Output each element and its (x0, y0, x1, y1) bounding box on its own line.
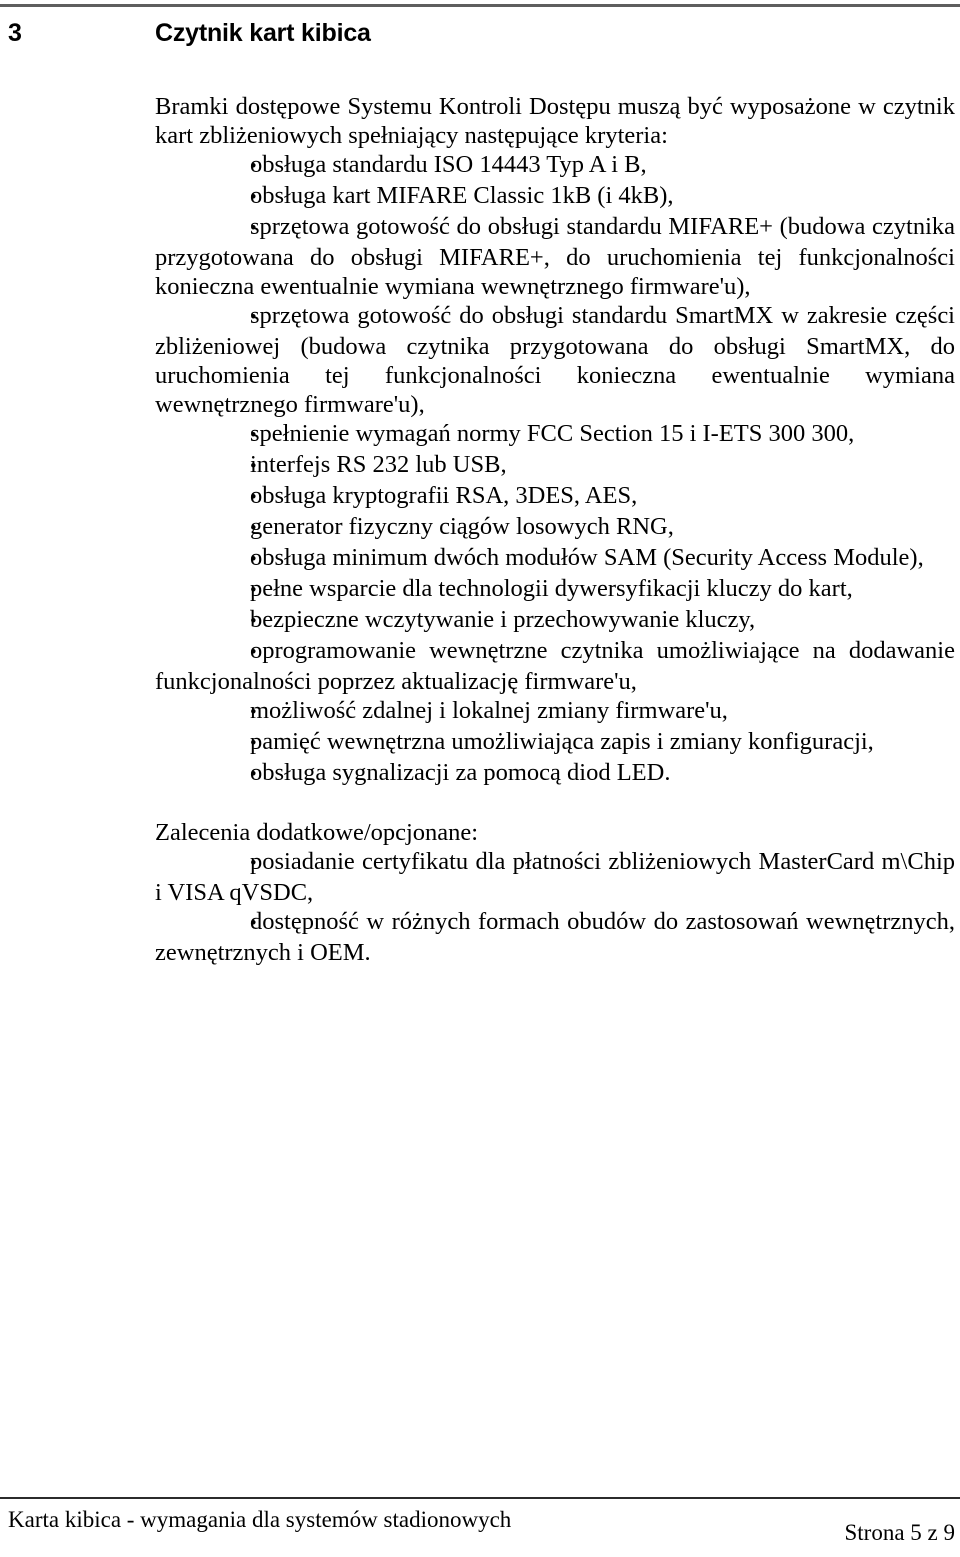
optional-item: •posiadanie certyfikatu dla płatności zb… (155, 847, 955, 907)
header-divider-rule (0, 4, 960, 7)
bullet-marker-icon: • (250, 733, 257, 754)
section-number: 3 (8, 19, 22, 47)
footer-page-number: Strona 5 z 9 (844, 1520, 955, 1545)
bullet-marker-icon: • (250, 487, 257, 508)
bullet-marker-icon: • (250, 456, 257, 477)
bullet-marker-icon: • (250, 187, 257, 208)
requirement-item-text: możliwość zdalnej i lokalnej zmiany firm… (250, 697, 728, 724)
intro-paragraph: Bramki dostępowe Systemu Kontroli Dostęp… (155, 93, 955, 149)
requirement-item: •obsługa minimum dwóch modułów SAM (Secu… (155, 543, 955, 574)
requirement-item-text: oprogramowanie wewnętrzne czytnika umożl… (155, 637, 955, 695)
requirements-list: •obsługa standardu ISO 14443 Typ A i B, •… (155, 150, 955, 789)
bullet-marker-icon: • (250, 549, 257, 570)
requirement-item: •generator fizyczny ciągów losowych RNG, (155, 512, 955, 543)
bullet-marker-icon: • (250, 307, 257, 328)
document-page: 3 Czytnik kart kibica Bramki dostępowe S… (0, 0, 960, 1557)
bullet-marker-icon: • (250, 425, 257, 446)
requirement-item: •pamięć wewnętrzna umożliwiająca zapis i… (155, 727, 955, 758)
bullet-marker-icon: • (250, 853, 257, 874)
requirement-item-text: pełne wsparcie dla technologii dywersyfi… (250, 575, 853, 602)
requirement-item: •obsługa standardu ISO 14443 Typ A i B, (155, 150, 955, 181)
requirement-item: •sprzętowa gotowość do obsługi standardu… (155, 212, 955, 301)
optional-list: •posiadanie certyfikatu dla płatności zb… (155, 847, 955, 967)
requirement-item: •pełne wsparcie dla technologii dywersyf… (155, 574, 955, 605)
optional-item: •dostępność w różnych formach obudów do … (155, 907, 955, 967)
section-heading: 3 Czytnik kart kibica (0, 16, 960, 50)
requirement-item-text: obsługa kart MIFARE Classic 1kB (i 4kB), (250, 182, 674, 209)
requirement-item-text: obsługa sygnalizacji za pomocą diod LED. (250, 759, 671, 786)
requirement-item-text: obsługa standardu ISO 14443 Typ A i B, (250, 151, 647, 178)
optional-recommendations-heading: Zalecenia dodatkowe/opcjonane: (155, 819, 479, 846)
requirement-item: •obsługa sygnalizacji za pomocą diod LED… (155, 758, 955, 789)
bullet-marker-icon: • (250, 611, 257, 632)
requirement-item: •oprogramowanie wewnętrzne czytnika umoż… (155, 636, 955, 696)
bullet-marker-icon: • (250, 580, 257, 601)
optional-item-text: posiadanie certyfikatu dla płatności zbl… (155, 848, 955, 906)
requirement-item-text: sprzętowa gotowość do obsługi standardu … (155, 213, 955, 300)
footer-divider-rule (0, 1497, 960, 1499)
document-body: Bramki dostępowe Systemu Kontroli Dostęp… (155, 92, 955, 967)
optional-item-text: dostępność w różnych formach obudów do z… (155, 908, 955, 966)
bullet-marker-icon: • (250, 156, 257, 177)
bullet-marker-icon: • (250, 642, 257, 663)
requirement-item-text: generator fizyczny ciągów losowych RNG, (250, 513, 674, 540)
page-title: Czytnik kart kibica (155, 19, 371, 47)
requirement-item: •sprzętowa gotowość do obsługi standardu… (155, 301, 955, 419)
requirement-item-text: obsługa kryptografii RSA, 3DES, AES, (250, 482, 638, 509)
requirement-item: •bezpieczne wczytywanie i przechowywanie… (155, 605, 955, 636)
requirement-item-text: sprzętowa gotowość do obsługi standardu … (155, 302, 955, 418)
requirement-item-text: spełnienie wymagań normy FCC Section 15 … (250, 420, 855, 447)
requirement-item: •spełnienie wymagań normy FCC Section 15… (155, 419, 955, 450)
bullet-marker-icon: • (250, 913, 257, 934)
requirement-item-text: pamięć wewnętrzna umożliwiająca zapis i … (250, 728, 874, 755)
footer-document-title: Karta kibica - wymagania dla systemów st… (8, 1507, 512, 1532)
requirement-item-text: interfejs RS 232 lub USB, (250, 451, 507, 478)
requirement-item: •obsługa kryptografii RSA, 3DES, AES, (155, 481, 955, 512)
bullet-marker-icon: • (250, 764, 257, 785)
requirement-item: •interfejs RS 232 lub USB, (155, 450, 955, 481)
requirement-item: •obsługa kart MIFARE Classic 1kB (i 4kB)… (155, 181, 955, 212)
requirement-item-text: obsługa minimum dwóch modułów SAM (Secur… (250, 544, 924, 571)
bullet-marker-icon: • (250, 218, 257, 239)
requirement-item: •możliwość zdalnej i lokalnej zmiany fir… (155, 696, 955, 727)
bullet-marker-icon: • (250, 702, 257, 723)
bullet-marker-icon: • (250, 518, 257, 539)
requirement-item-text: bezpieczne wczytywanie i przechowywanie … (250, 606, 756, 633)
